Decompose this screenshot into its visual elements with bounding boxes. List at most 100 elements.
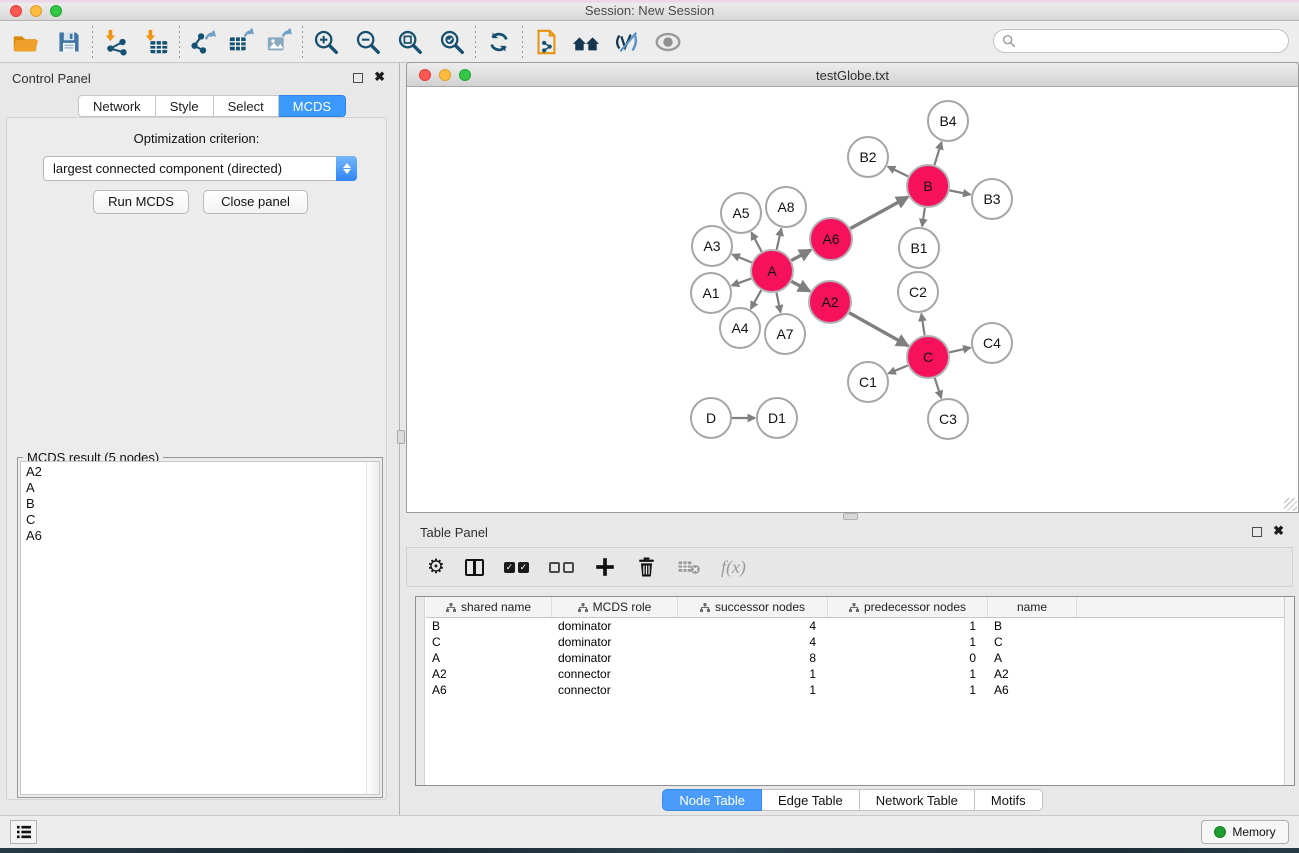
graph-edge[interactable] <box>949 348 970 353</box>
table-cell[interactable]: 1 <box>828 682 988 698</box>
tab-motifs[interactable]: Motifs <box>975 789 1043 811</box>
open-folder-icon[interactable] <box>8 25 42 59</box>
graph-edge[interactable] <box>791 250 810 261</box>
network-canvas[interactable]: B4B2BB3A5A8A6A3AB1A1C2A2A4A7C4CC1C3DD1 <box>407 87 1298 512</box>
delete-column-trash-icon[interactable] <box>636 556 657 578</box>
export-image-icon[interactable] <box>262 25 296 59</box>
column-header[interactable]: successor nodes <box>678 597 828 617</box>
zoom-out-icon[interactable] <box>351 25 385 59</box>
tab-edge-table[interactable]: Edge Table <box>762 789 860 811</box>
table-row[interactable]: Adominator80A <box>426 650 1284 666</box>
graph-edge[interactable] <box>849 313 908 346</box>
column-header[interactable]: name <box>988 597 1077 617</box>
export-network-icon[interactable] <box>186 25 220 59</box>
graph-edge[interactable] <box>850 197 908 228</box>
zoom-selected-icon[interactable] <box>435 25 469 59</box>
table-cell[interactable]: connector <box>552 666 678 682</box>
table-scrollbar[interactable] <box>1284 597 1294 785</box>
select-all-rows-icon[interactable]: ✓✓ <box>504 562 529 573</box>
home-layout-icon[interactable] <box>569 25 603 59</box>
graph-edge[interactable] <box>776 293 780 313</box>
table-cell[interactable]: dominator <box>552 618 678 634</box>
import-table-icon[interactable] <box>139 25 173 59</box>
tab-style[interactable]: Style <box>156 95 214 117</box>
table-cell[interactable]: A <box>988 650 1077 666</box>
table-cell[interactable]: A6 <box>426 682 552 698</box>
table-cell[interactable]: 1 <box>828 618 988 634</box>
result-item[interactable]: A6 <box>26 528 379 544</box>
tab-node-table[interactable]: Node Table <box>662 789 762 811</box>
graph-edge[interactable] <box>777 228 782 249</box>
task-history-button[interactable] <box>10 820 37 844</box>
table-cell[interactable]: 8 <box>678 650 828 666</box>
table-cell[interactable]: 1 <box>828 634 988 650</box>
search-field[interactable] <box>993 29 1289 53</box>
tab-network[interactable]: Network <box>78 95 156 117</box>
result-item[interactable]: A2 <box>26 464 379 480</box>
tab-network-table[interactable]: Network Table <box>860 789 975 811</box>
table-cell[interactable]: dominator <box>552 634 678 650</box>
graph-edge[interactable] <box>888 167 908 177</box>
graph-edge[interactable] <box>732 278 752 285</box>
network-graph[interactable]: B4B2BB3A5A8A6A3AB1A1C2A2A4A7C4CC1C3DD1 <box>407 87 1298 512</box>
close-panel-icon[interactable]: ✖ <box>374 69 385 85</box>
graph-edge[interactable] <box>732 254 751 262</box>
result-item[interactable]: A <box>26 480 379 496</box>
zoom-fit-icon[interactable] <box>393 25 427 59</box>
graph-edge[interactable] <box>950 190 971 194</box>
memory-button[interactable]: Memory <box>1201 820 1289 844</box>
mcds-result-list[interactable]: A2ABCA6 <box>20 461 380 795</box>
table-cell[interactable]: 1 <box>678 682 828 698</box>
table-cell[interactable]: A <box>426 650 552 666</box>
graph-edge[interactable] <box>921 314 924 336</box>
table-cell[interactable]: B <box>988 618 1077 634</box>
run-mcds-button[interactable]: Run MCDS <box>93 190 189 214</box>
criterion-dropdown[interactable]: largest connected component (directed) <box>43 156 357 181</box>
deselect-all-rows-icon[interactable] <box>549 562 574 573</box>
table-cell[interactable]: 1 <box>678 666 828 682</box>
float-panel-icon[interactable] <box>353 73 363 83</box>
graph-edge[interactable] <box>935 378 941 398</box>
table-cell[interactable]: connector <box>552 682 678 698</box>
graph-edge[interactable] <box>751 290 761 309</box>
table-cell[interactable]: 4 <box>678 618 828 634</box>
export-table-icon[interactable] <box>224 25 258 59</box>
table-row[interactable]: A2connector11A2 <box>426 666 1284 682</box>
import-network-icon[interactable] <box>99 25 133 59</box>
column-header[interactable]: MCDS role <box>552 597 678 617</box>
zoom-in-icon[interactable] <box>309 25 343 59</box>
table-row[interactable]: Cdominator41C <box>426 634 1284 650</box>
add-column-icon[interactable] <box>594 556 616 578</box>
search-input[interactable] <box>1021 32 1288 50</box>
refresh-icon[interactable] <box>482 25 516 59</box>
graph-edge[interactable] <box>922 208 925 226</box>
tab-mcds[interactable]: MCDS <box>279 95 346 117</box>
network-from-file-icon[interactable] <box>529 25 563 59</box>
table-cell[interactable]: 4 <box>678 634 828 650</box>
panel-divider-grip[interactable] <box>397 430 405 444</box>
table-cell[interactable]: dominator <box>552 650 678 666</box>
table-row[interactable]: Bdominator41B <box>426 618 1284 634</box>
result-item[interactable]: C <box>26 512 379 528</box>
tab-select[interactable]: Select <box>214 95 279 117</box>
table-cell[interactable]: 1 <box>828 666 988 682</box>
show-hide-eye-icon[interactable] <box>651 25 685 59</box>
column-selector-icon[interactable] <box>465 559 484 576</box>
result-item[interactable]: B <box>26 496 379 512</box>
table-cell[interactable]: B <box>426 618 552 634</box>
table-body[interactable]: Bdominator41BCdominator41CAdominator80AA… <box>426 618 1284 785</box>
window-resize-grip[interactable] <box>1284 498 1297 511</box>
save-session-icon[interactable] <box>52 25 86 59</box>
column-header[interactable]: predecessor nodes <box>828 597 988 617</box>
table-cell[interactable]: C <box>426 634 552 650</box>
table-cell[interactable]: A6 <box>988 682 1077 698</box>
column-header[interactable]: shared name <box>426 597 552 617</box>
close-panel-button[interactable]: Close panel <box>203 190 308 214</box>
table-float-icon[interactable] <box>1252 527 1262 537</box>
result-list-scrollbar[interactable] <box>366 462 379 794</box>
graph-edge[interactable] <box>751 232 761 251</box>
table-cell[interactable]: C <box>988 634 1077 650</box>
graph-edge[interactable] <box>791 281 809 291</box>
table-row[interactable]: A6connector11A6 <box>426 682 1284 698</box>
table-settings-gear-icon[interactable]: ⚙ <box>427 557 445 577</box>
